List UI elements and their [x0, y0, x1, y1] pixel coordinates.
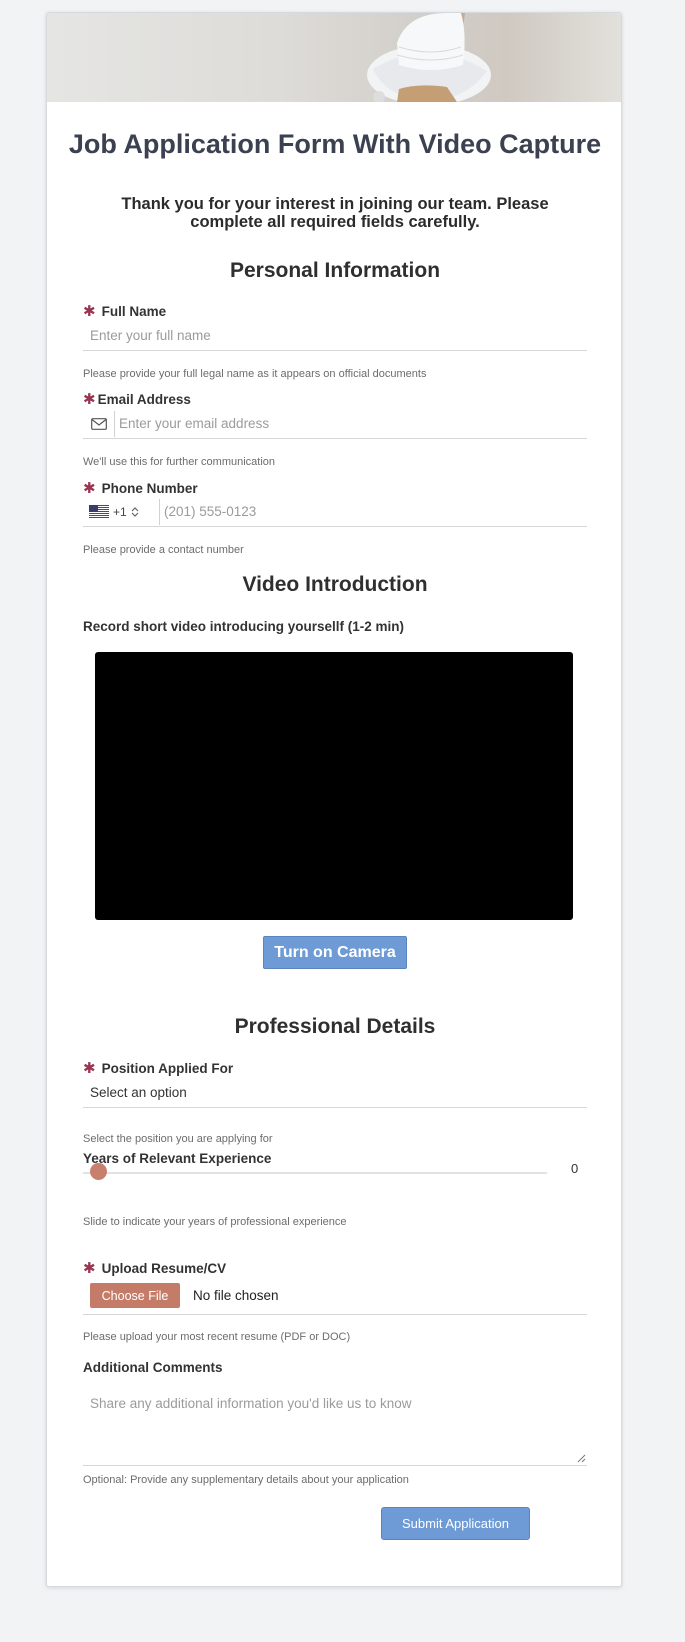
position-label: ✱ Position Applied For — [83, 1059, 233, 1077]
chevron-updown-icon — [131, 506, 139, 517]
experience-label: Years of Relevant Experience — [83, 1151, 272, 1166]
resize-grip-icon[interactable] — [577, 1454, 586, 1463]
section-title-video: Video Introduction — [242, 573, 428, 596]
position-selected-value: Select an option — [90, 1085, 187, 1100]
video-preview — [95, 652, 573, 920]
full-name-label: ✱ Full Name — [83, 302, 166, 320]
position-select[interactable]: Select an option — [83, 1078, 587, 1108]
email-label: ✱ Email Address — [83, 390, 191, 408]
us-flag-icon — [89, 505, 109, 518]
required-marker: ✱ — [83, 1260, 96, 1277]
experience-help: Slide to indicate your years of professi… — [83, 1216, 347, 1228]
application-card: Job Application Form With Video Capture … — [46, 12, 622, 1587]
full-name-input[interactable] — [83, 328, 587, 343]
required-marker: ✱ — [83, 303, 96, 320]
email-help: We'll use this for further communication — [83, 456, 276, 468]
full-name-help: Please provide your full legal name as i… — [83, 368, 427, 380]
email-input[interactable] — [119, 416, 587, 431]
required-marker: ✱ — [83, 480, 96, 497]
phone-label: ✱ Phone Number — [83, 479, 198, 497]
country-code-select[interactable]: +1 — [83, 505, 159, 519]
full-name-field[interactable] — [83, 321, 587, 351]
required-marker: ✱ — [83, 391, 96, 408]
page-title: Job Application Form With Video Capture — [68, 129, 602, 159]
comments-textarea[interactable] — [83, 1390, 587, 1465]
country-code: +1 — [113, 504, 127, 519]
comments-help: Optional: Provide any supplementary deta… — [83, 1474, 409, 1486]
phone-help: Please provide a contact number — [83, 544, 244, 556]
phone-field[interactable]: +1 — [83, 497, 587, 527]
required-marker: ✱ — [83, 1060, 96, 1077]
header-banner-image — [47, 13, 621, 102]
email-field[interactable] — [83, 409, 587, 439]
experience-slider-track[interactable] — [83, 1172, 547, 1174]
section-title-professional: Professional Details — [234, 1015, 436, 1038]
intro-text: Thank you for your interest in joining o… — [121, 195, 549, 231]
position-help: Select the position you are applying for — [83, 1133, 273, 1145]
resume-label: ✱ Upload Resume/CV — [83, 1259, 226, 1277]
field-divider — [159, 498, 160, 525]
field-divider — [114, 410, 115, 437]
experience-value: 0 — [571, 1161, 579, 1176]
position-label-text: Position Applied For — [101, 1060, 234, 1076]
experience-slider-thumb[interactable] — [90, 1163, 107, 1180]
resume-upload-field: Choose File No file chosen — [83, 1277, 587, 1315]
resume-label-text: Upload Resume/CV — [101, 1260, 227, 1276]
turn-on-camera-button[interactable]: Turn on Camera — [263, 936, 407, 969]
section-title-personal: Personal Information — [229, 259, 441, 282]
resume-help: Please upload your most recent resume (P… — [83, 1331, 351, 1343]
phone-label-text: Phone Number — [101, 480, 198, 496]
phone-input[interactable] — [164, 504, 587, 519]
comments-field[interactable] — [83, 1390, 587, 1466]
submit-application-button[interactable]: Submit Application — [381, 1507, 530, 1540]
email-label-text: Email Address — [97, 391, 191, 407]
choose-file-button[interactable]: Choose File — [90, 1283, 180, 1308]
mail-icon — [84, 413, 114, 435]
video-prompt: Record short video introducing yoursellf… — [83, 619, 405, 634]
file-status: No file chosen — [193, 1288, 279, 1303]
full-name-label-text: Full Name — [101, 303, 167, 319]
comments-label: Additional Comments — [83, 1360, 223, 1375]
